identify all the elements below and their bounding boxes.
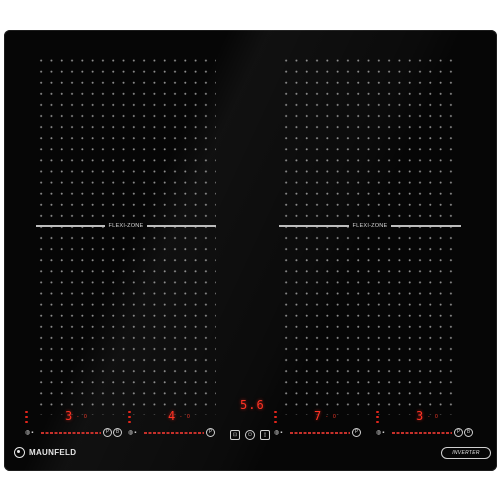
zone-timer-display: - 0	[326, 414, 338, 420]
zone-indicator	[274, 411, 279, 425]
zone-mode-icons[interactable]: ◍▪	[376, 429, 385, 436]
zone-pause-button[interactable]: P	[454, 428, 463, 437]
zone-indicator	[128, 411, 133, 425]
zone-control-rear-right: 3 - 0 ◍▪ P B	[376, 409, 474, 441]
zone-boost-button[interactable]: B	[113, 428, 122, 437]
brand-name: MAUNFELD	[29, 448, 77, 457]
flexi-zone-label: FLEXI-ZONE	[104, 223, 148, 229]
inverter-badge: INVERTER	[441, 447, 491, 459]
zone-power-slider[interactable]	[392, 432, 452, 434]
zone-pause-button[interactable]: P	[206, 428, 215, 437]
lock-icon[interactable]: ⊡	[230, 430, 240, 440]
center-display: 5.6	[240, 398, 265, 412]
zone-mode-icons[interactable]: ◍▪	[128, 429, 137, 436]
zone-control-front-left: 3 - 0 ◍▪ P B	[25, 409, 123, 441]
flexi-zone-divider-left: FLEXI-ZONE	[36, 220, 217, 232]
cooking-area-left-dots	[36, 55, 216, 415]
zone-pause-button[interactable]: P	[352, 428, 361, 437]
cooking-area-right-dots	[281, 55, 459, 415]
power-icon[interactable]: ⏻	[245, 430, 255, 440]
zone-power-slider[interactable]	[144, 432, 204, 434]
flexi-bar	[147, 225, 217, 227]
zone-mode-icons[interactable]: ◍▪	[274, 429, 283, 436]
zone-timer-display: - 0	[428, 414, 440, 420]
flexi-zone-label: FLEXI-ZONE	[348, 223, 392, 229]
center-buttons: ⊡ ⏻ ▯	[230, 430, 270, 440]
zone-control-front-right: 7 - 0 ◍▪ P	[274, 409, 372, 441]
zone-power-display: 3	[416, 409, 424, 423]
zone-power-slider[interactable]	[41, 432, 101, 434]
zone-power-display: 7	[314, 409, 322, 423]
zone-timer-display: - 0	[180, 414, 192, 420]
cooktop-panel: FLEXI-ZONE FLEXI-ZONE 3 - 0 ◍▪ P B 4 - 0…	[4, 30, 497, 471]
zone-timer-display: - 0	[77, 414, 89, 420]
brand-logo: MAUNFELD	[14, 447, 76, 458]
zone-indicator	[376, 411, 381, 425]
zone-indicator	[25, 411, 30, 425]
flexi-bar	[279, 225, 349, 227]
zone-control-rear-left: 4 - 0 ◍▪ P	[128, 409, 226, 441]
flexi-bar	[391, 225, 462, 227]
zone-pause-button[interactable]: P	[103, 428, 112, 437]
pause-icon[interactable]: ▯	[260, 430, 270, 440]
zone-power-display: 3	[65, 409, 73, 423]
zone-power-display: 4	[168, 409, 176, 423]
zone-boost-button[interactable]: B	[464, 428, 473, 437]
brand-mark-icon	[14, 447, 25, 458]
zone-mode-icons[interactable]: ◍▪	[25, 429, 34, 436]
zone-power-slider[interactable]	[290, 432, 350, 434]
flexi-zone-divider-right: FLEXI-ZONE	[279, 220, 462, 232]
flexi-bar	[36, 225, 105, 227]
